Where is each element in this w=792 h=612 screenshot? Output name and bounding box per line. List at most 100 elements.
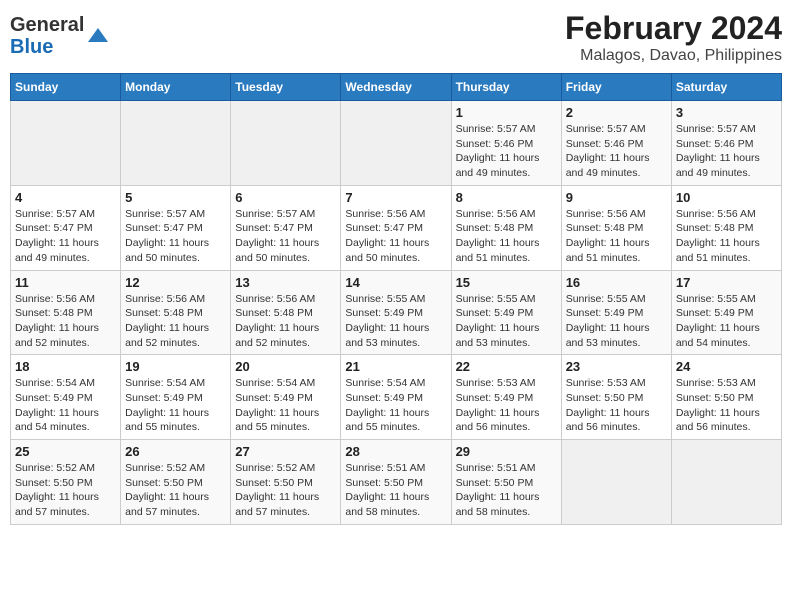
- day-number: 3: [676, 105, 777, 120]
- day-info: Sunrise: 5:57 AMSunset: 5:46 PMDaylight:…: [456, 122, 557, 181]
- day-number: 19: [125, 359, 226, 374]
- day-info: Sunrise: 5:57 AMSunset: 5:47 PMDaylight:…: [125, 207, 226, 266]
- day-info: Sunrise: 5:57 AMSunset: 5:46 PMDaylight:…: [676, 122, 777, 181]
- day-info: Sunrise: 5:55 AMSunset: 5:49 PMDaylight:…: [456, 292, 557, 351]
- day-info: Sunrise: 5:57 AMSunset: 5:47 PMDaylight:…: [15, 207, 116, 266]
- day-cell: 16 Sunrise: 5:55 AMSunset: 5:49 PMDayligh…: [561, 270, 671, 355]
- calendar-header-row: SundayMondayTuesdayWednesdayThursdayFrid…: [11, 74, 782, 101]
- day-cell: 24Sunrise: 5:53 AMSunset: 5:50 PMDayligh…: [671, 355, 781, 440]
- day-info: Sunrise: 5:56 AMSunset: 5:48 PMDaylight:…: [566, 207, 667, 266]
- day-number: 13: [235, 275, 336, 290]
- day-number: 25: [15, 444, 116, 459]
- calendar-title: February 2024: [565, 10, 782, 47]
- day-info: Sunrise: 5:52 AMSunset: 5:50 PMDaylight:…: [15, 461, 116, 520]
- day-number: 18: [15, 359, 116, 374]
- calendar-table: SundayMondayTuesdayWednesdayThursdayFrid…: [10, 73, 782, 525]
- header-sunday: Sunday: [11, 74, 121, 101]
- day-cell: 1 Sunrise: 5:57 AMSunset: 5:46 PMDaylight…: [451, 101, 561, 186]
- logo-blue: Blue: [10, 36, 53, 58]
- day-cell: 2Sunrise: 5:57 AMSunset: 5:46 PMDaylight…: [561, 101, 671, 186]
- day-cell: 18 Sunrise: 5:54 AMSunset: 5:49 PMDayligh…: [11, 355, 121, 440]
- day-cell: 4Sunrise: 5:57 AMSunset: 5:47 PMDaylight…: [11, 185, 121, 270]
- day-number: 16: [566, 275, 667, 290]
- day-cell: 19 Sunrise: 5:54 AMSunset: 5:49 PMDayligh…: [121, 355, 231, 440]
- day-cell: [231, 101, 341, 186]
- day-number: 11: [15, 275, 116, 290]
- day-info: Sunrise: 5:54 AMSunset: 5:49 PMDaylight:…: [345, 376, 446, 435]
- day-cell: 3 Sunrise: 5:57 AMSunset: 5:46 PMDaylight…: [671, 101, 781, 186]
- day-cell: 9 Sunrise: 5:56 AMSunset: 5:48 PMDaylight…: [561, 185, 671, 270]
- day-info: Sunrise: 5:53 AMSunset: 5:50 PMDaylight:…: [676, 376, 777, 435]
- day-cell: [11, 101, 121, 186]
- day-cell: 5 Sunrise: 5:57 AMSunset: 5:47 PMDaylight…: [121, 185, 231, 270]
- day-cell: [341, 101, 451, 186]
- day-info: Sunrise: 5:56 AMSunset: 5:48 PMDaylight:…: [235, 292, 336, 351]
- day-number: 5: [125, 190, 226, 205]
- page-header: General Blue February 2024 Malagos, Dava…: [10, 10, 782, 65]
- day-number: 14: [345, 275, 446, 290]
- day-cell: 8 Sunrise: 5:56 AMSunset: 5:48 PMDaylight…: [451, 185, 561, 270]
- day-cell: 20 Sunrise: 5:54 AMSunset: 5:49 PMDayligh…: [231, 355, 341, 440]
- day-cell: [671, 440, 781, 525]
- day-info: Sunrise: 5:54 AMSunset: 5:49 PMDaylight:…: [15, 376, 116, 435]
- header-tuesday: Tuesday: [231, 74, 341, 101]
- day-info: Sunrise: 5:54 AMSunset: 5:49 PMDaylight:…: [235, 376, 336, 435]
- day-number: 23: [566, 359, 667, 374]
- day-cell: 12Sunrise: 5:56 AMSunset: 5:48 PMDayligh…: [121, 270, 231, 355]
- day-cell: [561, 440, 671, 525]
- week-row-3: 11 Sunrise: 5:56 AMSunset: 5:48 PMDayligh…: [11, 270, 782, 355]
- day-cell: 22 Sunrise: 5:53 AMSunset: 5:49 PMDayligh…: [451, 355, 561, 440]
- week-row-2: 4Sunrise: 5:57 AMSunset: 5:47 PMDaylight…: [11, 185, 782, 270]
- logo-icon: [86, 24, 110, 48]
- day-info: Sunrise: 5:52 AMSunset: 5:50 PMDaylight:…: [235, 461, 336, 520]
- day-cell: 6 Sunrise: 5:57 AMSunset: 5:47 PMDaylight…: [231, 185, 341, 270]
- day-info: Sunrise: 5:56 AMSunset: 5:48 PMDaylight:…: [676, 207, 777, 266]
- day-cell: [121, 101, 231, 186]
- header-wednesday: Wednesday: [341, 74, 451, 101]
- day-number: 22: [456, 359, 557, 374]
- header-thursday: Thursday: [451, 74, 561, 101]
- day-cell: 13 Sunrise: 5:56 AMSunset: 5:48 PMDayligh…: [231, 270, 341, 355]
- day-cell: 29Sunrise: 5:51 AMSunset: 5:50 PMDayligh…: [451, 440, 561, 525]
- day-number: 7: [345, 190, 446, 205]
- day-info: Sunrise: 5:54 AMSunset: 5:49 PMDaylight:…: [125, 376, 226, 435]
- day-number: 21: [345, 359, 446, 374]
- day-number: 1: [456, 105, 557, 120]
- day-cell: 23 Sunrise: 5:53 AMSunset: 5:50 PMDayligh…: [561, 355, 671, 440]
- logo-general: General: [10, 14, 84, 36]
- day-cell: 26 Sunrise: 5:52 AMSunset: 5:50 PMDayligh…: [121, 440, 231, 525]
- day-number: 15: [456, 275, 557, 290]
- day-info: Sunrise: 5:51 AMSunset: 5:50 PMDaylight:…: [345, 461, 446, 520]
- day-info: Sunrise: 5:56 AMSunset: 5:47 PMDaylight:…: [345, 207, 446, 266]
- day-number: 26: [125, 444, 226, 459]
- day-number: 20: [235, 359, 336, 374]
- day-info: Sunrise: 5:55 AMSunset: 5:49 PMDaylight:…: [345, 292, 446, 351]
- day-number: 27: [235, 444, 336, 459]
- day-cell: 21 Sunrise: 5:54 AMSunset: 5:49 PMDayligh…: [341, 355, 451, 440]
- title-block: February 2024 Malagos, Davao, Philippine…: [565, 10, 782, 65]
- day-info: Sunrise: 5:55 AMSunset: 5:49 PMDaylight:…: [566, 292, 667, 351]
- header-monday: Monday: [121, 74, 231, 101]
- day-info: Sunrise: 5:56 AMSunset: 5:48 PMDaylight:…: [456, 207, 557, 266]
- day-cell: 15 Sunrise: 5:55 AMSunset: 5:49 PMDayligh…: [451, 270, 561, 355]
- day-info: Sunrise: 5:51 AMSunset: 5:50 PMDaylight:…: [456, 461, 557, 520]
- day-info: Sunrise: 5:57 AMSunset: 5:47 PMDaylight:…: [235, 207, 336, 266]
- calendar-subtitle: Malagos, Davao, Philippines: [565, 47, 782, 65]
- day-number: 28: [345, 444, 446, 459]
- day-info: Sunrise: 5:53 AMSunset: 5:49 PMDaylight:…: [456, 376, 557, 435]
- day-info: Sunrise: 5:55 AMSunset: 5:49 PMDaylight:…: [676, 292, 777, 351]
- day-number: 17: [676, 275, 777, 290]
- day-cell: 11Sunrise: 5:56 AMSunset: 5:48 PMDayligh…: [11, 270, 121, 355]
- header-friday: Friday: [561, 74, 671, 101]
- day-info: Sunrise: 5:52 AMSunset: 5:50 PMDaylight:…: [125, 461, 226, 520]
- day-number: 8: [456, 190, 557, 205]
- day-number: 6: [235, 190, 336, 205]
- day-info: Sunrise: 5:53 AMSunset: 5:50 PMDaylight:…: [566, 376, 667, 435]
- week-row-4: 18 Sunrise: 5:54 AMSunset: 5:49 PMDayligh…: [11, 355, 782, 440]
- day-cell: 25 Sunrise: 5:52 AMSunset: 5:50 PMDayligh…: [11, 440, 121, 525]
- day-cell: 14 Sunrise: 5:55 AMSunset: 5:49 PMDayligh…: [341, 270, 451, 355]
- header-saturday: Saturday: [671, 74, 781, 101]
- day-cell: 28 Sunrise: 5:51 AMSunset: 5:50 PMDayligh…: [341, 440, 451, 525]
- day-number: 9: [566, 190, 667, 205]
- week-row-5: 25 Sunrise: 5:52 AMSunset: 5:50 PMDayligh…: [11, 440, 782, 525]
